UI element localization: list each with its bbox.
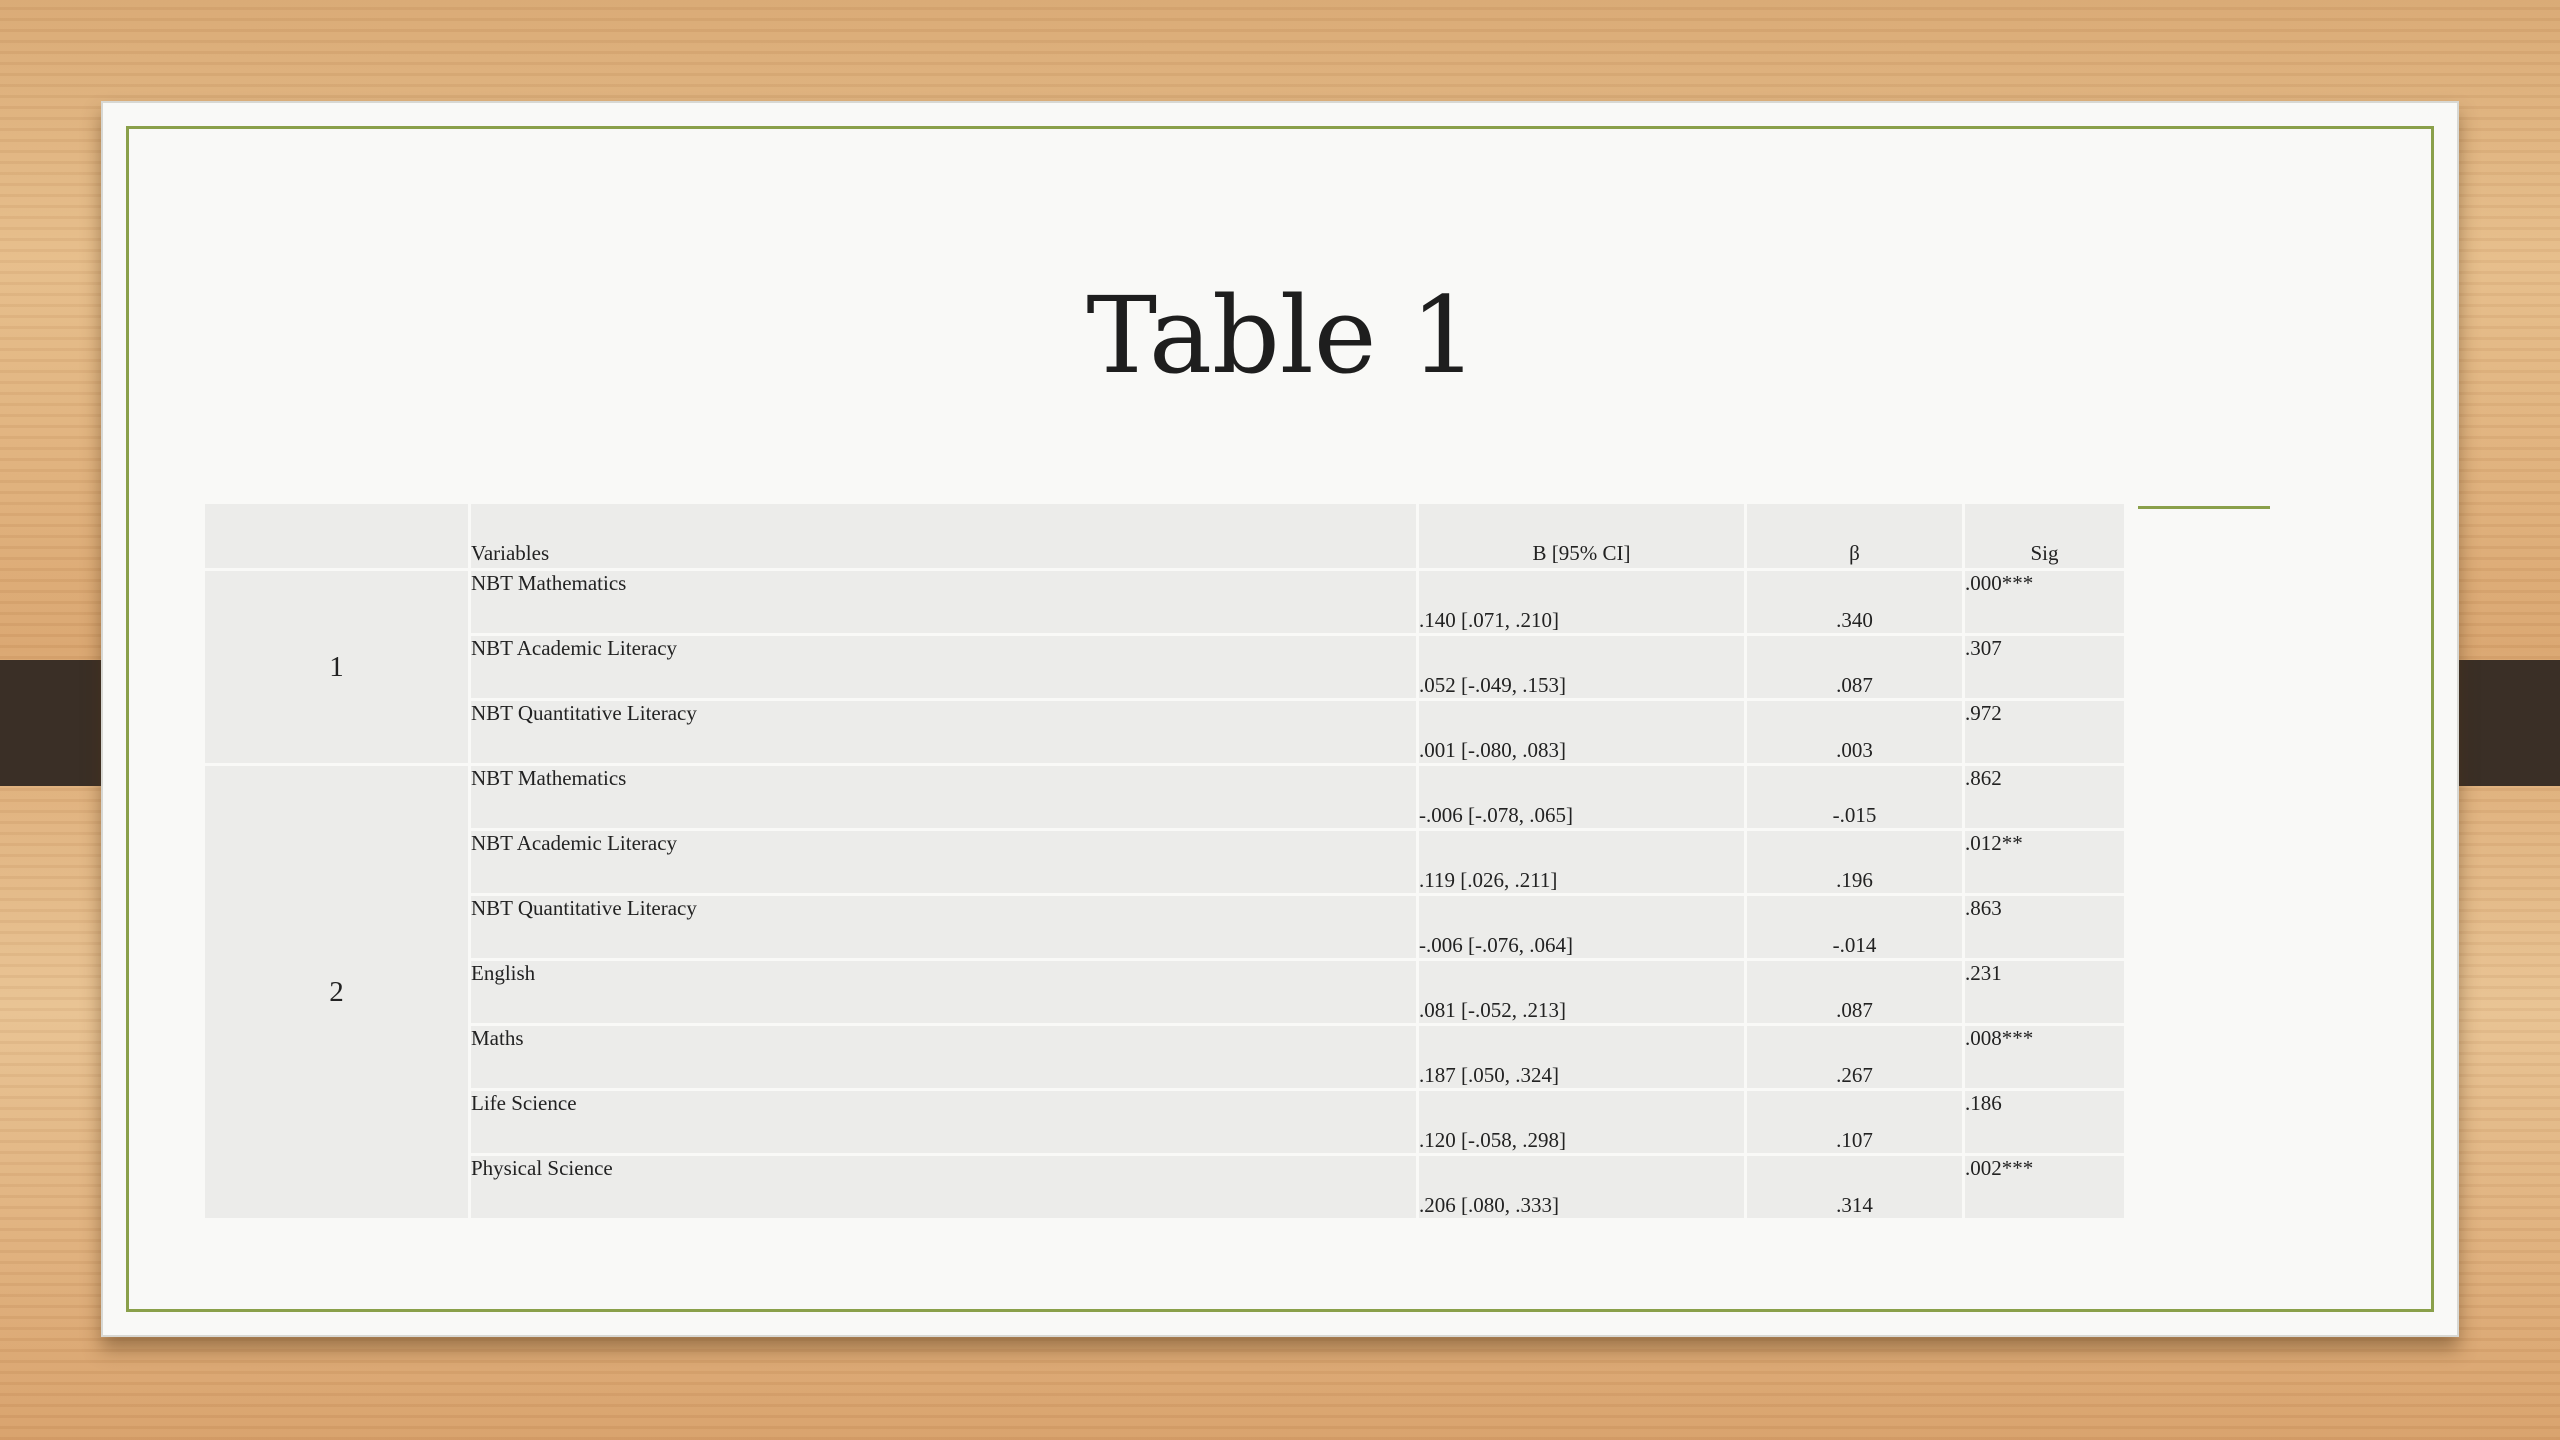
presentation-slide: Table 1 Variables B [95% CI] β Sig 1 NBT … — [101, 101, 2459, 1337]
variable-name: Physical Science — [468, 1153, 1419, 1221]
beta-value: -.014 — [1744, 893, 1965, 961]
sig-value: .972 — [1962, 698, 2127, 766]
sig-value: .012** — [1962, 828, 2127, 896]
sig-value: .002*** — [1962, 1153, 2127, 1221]
table-row: NBT Academic Literacy .119 [.026, .211] .1… — [204, 828, 2127, 896]
beta-value: .196 — [1744, 828, 1965, 896]
sig-value: .008*** — [1962, 1023, 2127, 1091]
beta-value: .107 — [1744, 1088, 1965, 1156]
variable-name: NBT Quantitative Literacy — [468, 893, 1419, 961]
table-row: NBT Quantitative Literacy .001 [-.080, .0… — [204, 698, 2127, 766]
variable-name: Maths — [468, 1023, 1419, 1091]
beta-value: .087 — [1744, 958, 1965, 1026]
variable-name: Life Science — [468, 1088, 1419, 1156]
b-ci-value: .120 [-.058, .298] — [1416, 1088, 1747, 1156]
b-ci-value: .140 [.071, .210] — [1416, 568, 1747, 636]
header-variables: Variables — [468, 501, 1419, 571]
beta-value: .267 — [1744, 1023, 1965, 1091]
slide-title: Table 1 — [1086, 274, 1478, 397]
sig-value: .231 — [1962, 958, 2127, 1026]
beta-value: .003 — [1744, 698, 1965, 766]
sig-value: .000*** — [1962, 568, 2127, 636]
table-row: Physical Science .206 [.080, .333] .314.00… — [204, 1153, 2127, 1221]
header-model — [202, 501, 471, 571]
table-row: NBT Academic Literacy .052 [-.049, .153].… — [204, 633, 2127, 701]
table-row: 1 NBT Mathematics .140 [.071, .210] .340.00… — [202, 568, 2127, 766]
variable-name: NBT Mathematics — [468, 568, 1419, 636]
b-ci-value: .081 [-.052, .213] — [1416, 958, 1747, 1026]
variable-name: NBT Academic Literacy — [468, 633, 1419, 701]
variable-name: NBT Quantitative Literacy — [468, 698, 1419, 766]
variable-name: NBT Academic Literacy — [468, 828, 1419, 896]
beta-value: -.015 — [1744, 763, 1965, 831]
table-header-row: Variables B [95% CI] β Sig — [202, 501, 2127, 571]
sig-value: .862 — [1962, 763, 2127, 831]
b-ci-value: .206 [.080, .333] — [1416, 1153, 1747, 1221]
table-row: NBT Quantitative Literacy -.006 [-.076, .… — [204, 893, 2127, 961]
b-ci-value: -.006 [-.078, .065] — [1416, 763, 1747, 831]
b-ci-value: -.006 [-.076, .064] — [1416, 893, 1747, 961]
header-b-ci: B [95% CI] — [1416, 501, 1747, 571]
accent-line — [2138, 506, 2270, 509]
b-ci-value: .001 [-.080, .083] — [1416, 698, 1747, 766]
regression-table: Variables B [95% CI] β Sig 1 NBT Mathemat… — [202, 501, 2127, 1221]
beta-value: .314 — [1744, 1153, 1965, 1221]
sig-value: .307 — [1962, 633, 2127, 701]
table-row: English .081 [-.052, .213] .087.231 — [204, 958, 2127, 1026]
beta-value: .340 — [1744, 568, 1965, 636]
variable-name: English — [468, 958, 1419, 1026]
table-row: Life Science .120 [-.058, .298] .107.186 — [204, 1088, 2127, 1156]
b-ci-value: .187 [.050, .324] — [1416, 1023, 1747, 1091]
table-row: 2 NBT Mathematics -.006 [-.078, .065] -.015… — [202, 763, 2127, 1221]
table-row: Maths .187 [.050, .324] .267.008*** — [204, 1023, 2127, 1091]
sig-value: .863 — [1962, 893, 2127, 961]
header-sig: Sig — [1962, 501, 2127, 571]
model-number: 1 — [202, 568, 471, 766]
sig-value: .186 — [1962, 1088, 2127, 1156]
beta-value: .087 — [1744, 633, 1965, 701]
header-beta: β — [1744, 501, 1965, 571]
model-number: 2 — [202, 763, 471, 1221]
b-ci-value: .052 [-.049, .153] — [1416, 633, 1747, 701]
variable-name: NBT Mathematics — [468, 763, 1419, 831]
b-ci-value: .119 [.026, .211] — [1416, 828, 1747, 896]
